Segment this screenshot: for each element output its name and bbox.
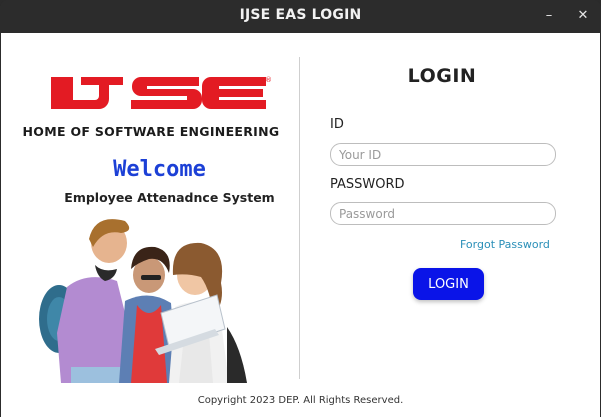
password-label: PASSWORD <box>330 177 405 192</box>
vertical-divider <box>299 57 300 379</box>
ijse-logo: ® <box>51 76 272 109</box>
title-bar[interactable]: IJSE EAS LOGIN – ✕ <box>0 0 601 33</box>
window-title: IJSE EAS LOGIN <box>239 7 362 23</box>
tagline: HOME OF SOFTWARE ENGINEERING <box>22 124 280 139</box>
close-icon[interactable]: ✕ <box>572 6 594 26</box>
minimize-icon[interactable]: – <box>538 6 560 26</box>
registered-mark: ® <box>265 76 272 84</box>
login-window: IJSE EAS LOGIN – ✕ ® HOME OF SOFTWARE EN… <box>0 0 601 417</box>
login-button[interactable]: LOGIN <box>413 268 484 300</box>
welcome-heading: Welcome <box>113 157 206 182</box>
id-label: ID <box>330 117 344 132</box>
students-with-laptop-illustration <box>39 219 247 383</box>
copyright-footer: Copyright 2023 DEP. All Rights Reserved. <box>197 395 404 406</box>
login-heading: LOGIN <box>407 65 477 87</box>
password-input[interactable] <box>330 202 556 225</box>
system-subtitle: Employee Attenadnce System <box>64 190 275 205</box>
main-panel: ® HOME OF SOFTWARE ENGINEERING Welcome E… <box>1 33 600 417</box>
forgot-password-link[interactable]: Forgot Password <box>460 238 550 251</box>
id-input[interactable] <box>330 143 556 166</box>
